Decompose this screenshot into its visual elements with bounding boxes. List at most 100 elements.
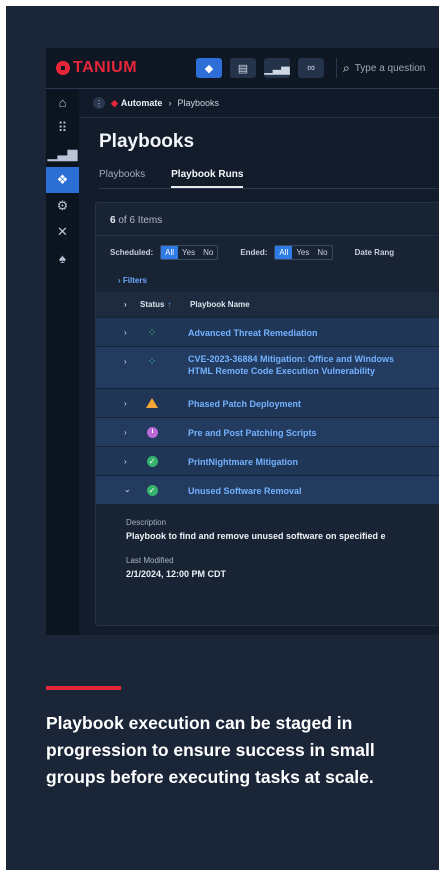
- tanium-logo[interactable]: TANIUM: [56, 59, 137, 77]
- sort-asc-icon: ↑: [167, 300, 172, 309]
- search-icon: ⌕: [343, 60, 350, 75]
- home-icon: ⌂: [58, 94, 67, 110]
- tab-playbooks[interactable]: Playbooks: [99, 169, 145, 188]
- filter-bar: Scheduled: All Yes No Ended: All Yes No …: [110, 245, 397, 260]
- table-row[interactable]: › ⁘ Advanced Threat Remediation: [96, 317, 439, 347]
- item-count: 6 of 6 Items: [110, 215, 162, 226]
- sidebar-item-reports[interactable]: ▁▃▆: [46, 141, 79, 167]
- ended-all-option[interactable]: All: [275, 246, 293, 259]
- alert-icon: ♠: [59, 250, 66, 266]
- playbook-name[interactable]: Phased Patch Deployment: [188, 398, 439, 410]
- table-row[interactable]: › Phased Patch Deployment: [96, 388, 439, 418]
- chevron-right-icon[interactable]: ›: [124, 428, 127, 437]
- status-header-label: Status: [140, 300, 165, 309]
- sidebar-item-settings[interactable]: ⚙: [46, 193, 79, 219]
- divider: [96, 235, 439, 236]
- last-modified-value: 2/1/2024, 12:00 PM CDT: [126, 569, 227, 579]
- tools-icon: ✕: [57, 224, 68, 239]
- running-status-icon: ⁘: [147, 326, 157, 339]
- document-icon: ▤: [237, 62, 249, 75]
- item-count-value: 6: [110, 215, 116, 226]
- filters-label: Filters: [122, 276, 147, 285]
- chevron-right-icon[interactable]: ›: [124, 328, 127, 337]
- breadcrumb-module[interactable]: ◆ Automate: [111, 98, 162, 109]
- playbook-name-line2: HTML Remote Code Execution Vulnerability: [188, 366, 376, 376]
- scheduled-no-option[interactable]: No: [199, 246, 217, 259]
- ended-label: Ended:: [240, 248, 268, 257]
- chevron-right-icon[interactable]: ›: [124, 457, 127, 466]
- check-status-icon: ✓: [146, 455, 158, 467]
- chart-icon: ▁▃▆: [47, 146, 78, 161]
- row-detail: Description Playbook to find and remove …: [96, 504, 439, 625]
- filters-toggle[interactable]: › Filters: [118, 276, 147, 285]
- chevron-right-icon: ›: [124, 300, 127, 309]
- breadcrumb-module-label: Automate: [120, 98, 163, 108]
- scheduled-label: Scheduled:: [110, 248, 154, 257]
- topbar-document-button[interactable]: ▤: [230, 58, 256, 78]
- running-status-icon: ⁘: [147, 355, 157, 368]
- date-range-label[interactable]: Date Rang: [355, 248, 395, 257]
- table-row-expanded[interactable]: ⌄ ✓ Unused Software Removal: [96, 475, 439, 505]
- tanium-screenshot: TANIUM ◆ ▤ ▁▃▅ ∞ ⌕ Type a question ⌂ ⠿ ▁…: [46, 48, 439, 635]
- chevron-right-icon[interactable]: ›: [124, 399, 127, 408]
- topbar-home-button[interactable]: ◆: [196, 58, 222, 78]
- playbook-name[interactable]: CVE-2023-36884 Mitigation: Office and Wi…: [188, 353, 439, 377]
- tanium-logo-icon: [56, 61, 70, 75]
- table-row[interactable]: › ⁘ CVE-2023-36884 Mitigation: Office an…: [96, 346, 439, 389]
- more-menu-icon[interactable]: ⋮: [93, 97, 105, 109]
- clock-status-icon: [146, 426, 158, 438]
- link-icon: ∞: [307, 62, 315, 74]
- scheduled-filter: All Yes No: [160, 245, 219, 260]
- promo-card: TANIUM ◆ ▤ ▁▃▅ ∞ ⌕ Type a question ⌂ ⠿ ▁…: [6, 6, 439, 870]
- gears-icon: ⚙: [56, 198, 69, 213]
- playbook-name[interactable]: Advanced Threat Remediation: [188, 327, 439, 339]
- item-count-text: of 6 Items: [118, 215, 163, 226]
- table-row[interactable]: › Pre and Post Patching Scripts: [96, 417, 439, 447]
- topbar-link-button[interactable]: ∞: [298, 58, 324, 78]
- grid-icon: ⠿: [57, 120, 68, 135]
- scheduled-yes-option[interactable]: Yes: [178, 246, 199, 259]
- playbook-name-line1: CVE-2023-36884 Mitigation: Office and Wi…: [188, 354, 394, 364]
- breadcrumb: ⋮ ◆ Automate › Playbooks: [79, 89, 439, 118]
- playbook-name[interactable]: Pre and Post Patching Scripts: [188, 427, 439, 439]
- bar-chart-icon: ▁▃▅: [264, 62, 290, 75]
- sidebar-item-modules[interactable]: ⠿: [46, 115, 79, 141]
- ended-filter: All Yes No: [274, 245, 333, 260]
- sidebar-item-tools[interactable]: ✕: [46, 219, 79, 245]
- sidebar-item-alerts[interactable]: ♠: [46, 245, 79, 271]
- check-status-icon: ✓: [146, 484, 158, 496]
- table-row[interactable]: › ✓ PrintNightmare Mitigation: [96, 446, 439, 476]
- name-column-header[interactable]: Playbook Name: [190, 300, 250, 309]
- warning-status-icon: [146, 397, 158, 409]
- ended-yes-option[interactable]: Yes: [292, 246, 313, 259]
- playbook-name[interactable]: Unused Software Removal: [188, 485, 439, 497]
- top-bar: TANIUM ◆ ▤ ▁▃▅ ∞ ⌕ Type a question: [46, 48, 439, 89]
- page-title: Playbooks: [99, 131, 195, 152]
- caption-text: Playbook execution can be staged in prog…: [46, 713, 375, 787]
- table-header: › Status ↑ Playbook Name: [96, 292, 439, 317]
- automate-icon: ❖: [56, 172, 69, 187]
- ended-no-option[interactable]: No: [313, 246, 331, 259]
- chevron-right-icon[interactable]: ›: [124, 357, 127, 366]
- tab-bar: Playbooks Playbook Runs: [99, 169, 244, 188]
- breadcrumb-page: Playbooks: [177, 98, 219, 108]
- search-placeholder: Type a question: [354, 62, 426, 74]
- automate-mini-icon: ◆: [111, 97, 118, 108]
- tab-playbook-runs[interactable]: Playbook Runs: [171, 169, 244, 188]
- sidebar-item-automate[interactable]: ❖: [46, 167, 79, 193]
- brand-name: TANIUM: [73, 59, 138, 76]
- description-text: Playbook to find and remove unused softw…: [126, 531, 386, 541]
- status-column-header[interactable]: Status ↑: [140, 300, 171, 309]
- chevron-down-icon[interactable]: ⌄: [124, 485, 131, 494]
- playbook-name[interactable]: PrintNightmare Mitigation: [188, 456, 439, 468]
- sidebar-item-home[interactable]: ⌂: [46, 89, 79, 115]
- question-search-input[interactable]: ⌕ Type a question: [336, 58, 439, 78]
- home-gear-icon: ◆: [204, 62, 214, 75]
- description-label: Description: [126, 518, 167, 527]
- topbar-chart-button[interactable]: ▁▃▅: [264, 58, 290, 78]
- last-modified-label: Last Modified: [126, 556, 174, 565]
- scheduled-all-option[interactable]: All: [161, 246, 179, 259]
- sidebar: ⌂ ⠿ ▁▃▆ ❖ ⚙ ✕ ♠: [46, 89, 79, 635]
- accent-bar: [46, 686, 121, 690]
- playbook-runs-panel: 6 of 6 Items Scheduled: All Yes No Ended…: [95, 202, 439, 626]
